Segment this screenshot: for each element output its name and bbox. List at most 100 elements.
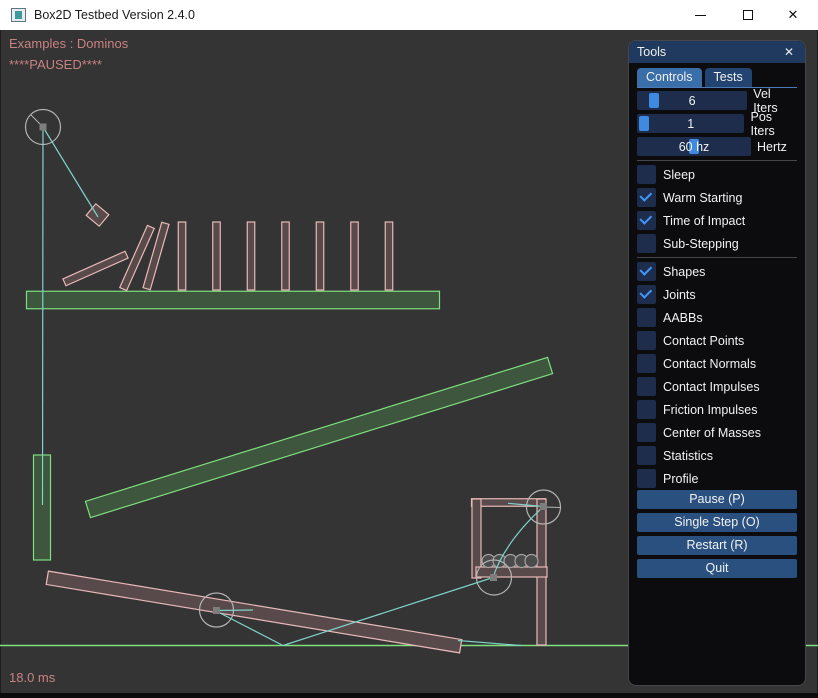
checkbox-box[interactable]: [637, 285, 656, 304]
example-label: Examples : Dominos: [9, 36, 128, 51]
maximize-icon: [743, 10, 753, 20]
slider-hertz[interactable]: 60 hz Hertz: [637, 137, 797, 156]
slider-vel-iters[interactable]: 6Vel Iters: [637, 91, 797, 110]
close-icon: ✕: [788, 7, 799, 23]
plank-tilted: [46, 571, 462, 653]
checkbox-sub-stepping[interactable]: Sub-Stepping: [637, 234, 797, 253]
tools-close-icon[interactable]: ✕: [781, 45, 797, 59]
joint-line: [43, 127, 44, 505]
pause-p-button[interactable]: Pause (P): [637, 490, 797, 509]
checkbox-label: Center of Masses: [663, 426, 761, 440]
check-icon: [639, 212, 652, 225]
domino-standing: [282, 222, 290, 290]
tools-panel-content: ControlsTests 6Vel Iters1Pos Iters60 hzH…: [629, 68, 805, 578]
checkbox-friction-impulses[interactable]: Friction Impulses: [637, 400, 797, 419]
checkbox-label: Contact Impulses: [663, 380, 760, 394]
restart-r-button[interactable]: Restart (R): [637, 536, 797, 555]
slider-label: Pos Iters: [750, 110, 797, 138]
slider-group: 6Vel Iters1Pos Iters60 hzHertz: [637, 91, 797, 156]
ball: [525, 555, 538, 568]
checkbox-box[interactable]: [637, 469, 656, 488]
tab-bar: ControlsTests: [637, 68, 797, 88]
checkbox-label: Profile: [663, 472, 698, 486]
checkbox-label: Warm Starting: [663, 191, 742, 205]
single-step-o-button[interactable]: Single Step (O): [637, 513, 797, 532]
slider-value: 1: [687, 117, 694, 131]
joint-anchor: [40, 124, 47, 131]
tools-panel-titlebar[interactable]: Tools ✕: [629, 41, 805, 63]
joint-anchor: [213, 607, 220, 614]
tab-controls[interactable]: Controls: [637, 68, 702, 87]
paused-label: ****PAUSED****: [9, 57, 102, 72]
joint-line: [43, 127, 98, 217]
swinging-box: [86, 204, 109, 226]
checkbox-box[interactable]: [637, 211, 656, 230]
checkbox-label: Sleep: [663, 168, 695, 182]
frame-left-post: [472, 499, 481, 578]
checkbox-box[interactable]: [637, 308, 656, 327]
joint-anchor: [490, 574, 497, 581]
joint-line: [218, 610, 253, 611]
quit-button[interactable]: Quit: [637, 559, 797, 578]
checkbox-profile[interactable]: Profile: [637, 469, 797, 488]
domino-standing: [213, 222, 221, 290]
domino-standing: [247, 222, 255, 290]
checkbox-group-simulation: Sleep Warm Starting Time of Impact Sub-Step…: [637, 165, 797, 253]
minimize-button[interactable]: [683, 0, 717, 30]
checkbox-contact-impulses[interactable]: Contact Impulses: [637, 377, 797, 396]
slider-value: 60 hz: [679, 140, 710, 154]
slider-label: Hertz: [757, 140, 787, 154]
checkbox-statistics[interactable]: Statistics: [637, 446, 797, 465]
checkbox-box[interactable]: [637, 400, 656, 419]
checkbox-center-of-masses[interactable]: Center of Masses: [637, 423, 797, 442]
check-icon: [639, 189, 652, 202]
separator: [637, 160, 797, 161]
checkbox-label: AABBs: [663, 311, 703, 325]
frame-time-label: 18.0 ms: [9, 670, 55, 685]
domino-standing: [385, 222, 393, 290]
domino-standing: [351, 222, 359, 290]
checkbox-contact-points[interactable]: Contact Points: [637, 331, 797, 350]
checkbox-box[interactable]: [637, 165, 656, 184]
checkbox-box[interactable]: [637, 354, 656, 373]
checkbox-joints[interactable]: Joints: [637, 285, 797, 304]
tab-tests[interactable]: Tests: [705, 68, 752, 87]
separator: [637, 257, 797, 258]
domino-standing: [178, 222, 186, 290]
checkbox-box[interactable]: [637, 331, 656, 350]
checkbox-box[interactable]: [637, 234, 656, 253]
checkbox-shapes[interactable]: Shapes: [637, 262, 797, 281]
static-shelf: [27, 291, 440, 309]
check-icon: [639, 286, 652, 299]
tools-panel: Tools ✕ ControlsTests 6Vel Iters1Pos Ite…: [628, 40, 806, 686]
checkbox-box[interactable]: [637, 377, 656, 396]
app-icon: [11, 8, 26, 22]
joint-anchor: [540, 503, 547, 510]
checkbox-aabbs[interactable]: AABBs: [637, 308, 797, 327]
domino-fallen: [63, 251, 128, 286]
checkbox-box[interactable]: [637, 446, 656, 465]
button-group: Pause (P) Single Step (O) Restart (R) Quit: [637, 490, 797, 578]
checkbox-warm-starting[interactable]: Warm Starting: [637, 188, 797, 207]
checkbox-label: Time of Impact: [663, 214, 745, 228]
close-button[interactable]: ✕: [776, 0, 810, 30]
checkbox-time-of-impact[interactable]: Time of Impact: [637, 211, 797, 230]
maximize-button[interactable]: [731, 0, 765, 30]
checkbox-contact-normals[interactable]: Contact Normals: [637, 354, 797, 373]
slider-grab[interactable]: [649, 93, 659, 108]
checkbox-label: Joints: [663, 288, 696, 302]
minimize-icon: [695, 15, 706, 16]
slider-pos-iters[interactable]: 1Pos Iters: [637, 114, 797, 133]
slider-value: 6: [689, 94, 696, 108]
checkbox-box[interactable]: [637, 188, 656, 207]
checkbox-box[interactable]: [637, 262, 656, 281]
checkbox-sleep[interactable]: Sleep: [637, 165, 797, 184]
plank-long-angled: [85, 357, 552, 517]
checkbox-box[interactable]: [637, 423, 656, 442]
checkbox-label: Shapes: [663, 265, 705, 279]
tools-panel-title: Tools: [637, 45, 781, 59]
slider-grab[interactable]: [639, 116, 649, 131]
window-bottom-edge: [0, 693, 818, 698]
window-title: Box2D Testbed Version 2.4.0: [34, 0, 195, 30]
checkbox-label: Friction Impulses: [663, 403, 757, 417]
